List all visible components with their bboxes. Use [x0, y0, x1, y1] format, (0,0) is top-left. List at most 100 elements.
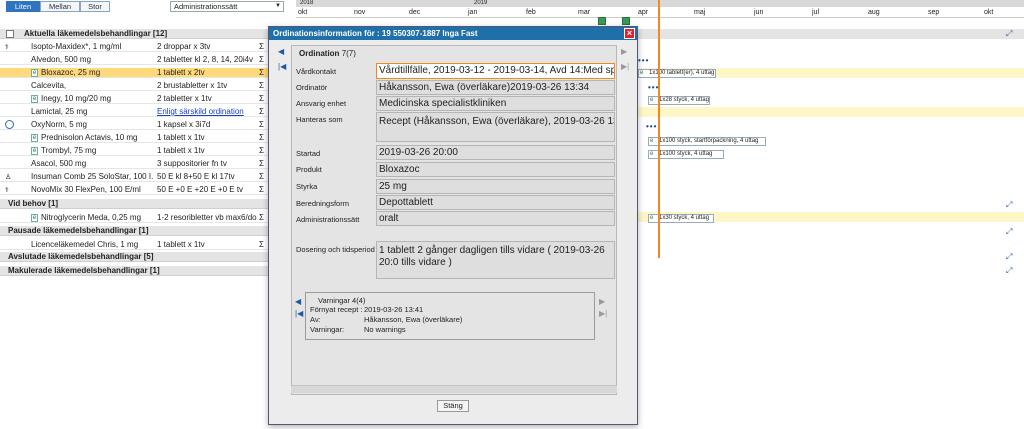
more-icon[interactable]: •••	[638, 56, 649, 65]
section-header-as-needed[interactable]: Vid behov [1]	[0, 199, 286, 210]
table-row-selected[interactable]: e Bloxazoc, 25 mg 1 tablett x 2tv Σ ◀	[0, 68, 286, 79]
circle-status-icon	[5, 120, 14, 129]
sigma-icon[interactable]: Σ	[259, 185, 267, 194]
month-label: jun	[754, 9, 764, 16]
more-icon[interactable]: •••	[646, 122, 657, 131]
section-header-current[interactable]: Aktuella läkemedelsbehandlingar [12]	[0, 29, 286, 40]
special-ordination-link[interactable]: Enligt särskild ordination	[157, 107, 257, 116]
syringe-icon: ⚕	[5, 187, 9, 194]
expand-icon[interactable]: ⤢	[1006, 201, 1014, 209]
med-name: Inegy, 10 mg/20 mg	[41, 94, 112, 103]
table-row[interactable]: Asacol, 500 mg 3 suppositorier fn tv Σ ◀	[0, 159, 286, 170]
section-title: Avslutade läkemedelsbehandlingar [5]	[8, 252, 154, 261]
expand-icon[interactable]: ⤢	[1006, 228, 1014, 236]
med-dose: 50 E +0 E +20 E +0 E tv	[157, 185, 244, 194]
previous-icon[interactable]: ◀	[278, 47, 284, 56]
sigma-icon[interactable]: Σ	[259, 55, 267, 64]
sort-select-value: Administrationssätt	[174, 2, 238, 11]
sigma-icon[interactable]: Σ	[259, 133, 267, 142]
tab-mellan[interactable]: Mellan	[40, 1, 80, 12]
tab-stor[interactable]: Stor	[80, 1, 110, 12]
sigma-icon[interactable]: Σ	[259, 107, 267, 116]
sigma-icon[interactable]: Σ	[259, 81, 267, 90]
month-label: okt	[984, 9, 994, 16]
close-button[interactable]: Stäng	[437, 400, 469, 412]
tab-liten[interactable]: Liten	[6, 1, 40, 12]
med-name: Alvedon, 500 mg	[31, 55, 92, 64]
sigma-icon[interactable]: Σ	[259, 68, 267, 77]
med-dose: 1 tablett x 2tv	[157, 68, 205, 77]
event-marker-icon[interactable]	[622, 17, 630, 25]
field-label: Startad	[296, 149, 321, 158]
close-icon[interactable]: ×	[624, 28, 635, 39]
month-label: feb	[526, 9, 536, 16]
sigma-icon[interactable]: Σ	[259, 159, 267, 168]
table-row[interactable]: e Prednisolon Actavis, 10 mg 1 tablett x…	[0, 133, 286, 144]
table-row[interactable]: ⚕ Isopto-Maxidex*, 1 mg/ml 2 droppar x 3…	[0, 42, 286, 53]
next-warning-icon[interactable]: ▶	[599, 297, 605, 306]
table-row[interactable]: Lamictal, 25 mg Enligt särskild ordinati…	[0, 107, 286, 118]
warning-label: Varningar:	[310, 325, 345, 334]
field-label: Ordinatör	[296, 83, 328, 92]
sigma-icon[interactable]: Σ	[259, 172, 267, 181]
med-name: Trombyl, 75 mg	[41, 146, 97, 155]
med-dose: 2 tabletter x 1tv	[157, 94, 212, 103]
erecept-icon: e	[640, 70, 644, 76]
med-dose: 2 droppar x 3tv	[157, 42, 211, 51]
med-dose: 1 tablett x 1tv	[157, 133, 205, 142]
sigma-icon[interactable]: Σ	[259, 213, 267, 222]
sigma-icon[interactable]: Σ	[259, 94, 267, 103]
timeline-row-highlight	[638, 107, 1024, 117]
table-row[interactable]: ♙ Insuman Comb 25 SoloStar, 100 I... 50 …	[0, 172, 286, 183]
horizontal-scrollbar[interactable]	[291, 385, 617, 393]
first-warning-icon[interactable]: |◀	[295, 309, 303, 318]
section-header-finished[interactable]: Avslutade läkemedelsbehandlingar [5]	[0, 252, 286, 263]
last-icon[interactable]: ▶|	[621, 62, 629, 71]
produkt-field: Bloxazoc	[376, 162, 615, 177]
table-row[interactable]: Licenceläkemedel Chris, 1 mg 1 tablett x…	[0, 240, 286, 251]
table-row[interactable]: e Trombyl, 75 mg 1 tablett x 1tv Σ ◀	[0, 146, 286, 157]
field-label: Styrka	[296, 182, 318, 191]
vardkontakt-field[interactable]: Vårdtillfälle, 2019-03-12 - 2019-03-14, …	[376, 63, 615, 79]
month-label: jan	[468, 9, 478, 16]
table-row[interactable]: Calcevita, 2 brustabletter x 1tv Σ ◀	[0, 81, 286, 92]
section-title: Makulerade läkemedelsbehandlingar [1]	[8, 266, 160, 275]
sigma-icon[interactable]: Σ	[259, 146, 267, 155]
beredning-field: Depottablett	[376, 195, 615, 210]
section-header-paused[interactable]: Pausade läkemedelsbehandlingar [1]	[0, 226, 286, 237]
timeline-section-band	[638, 29, 1024, 39]
next-icon[interactable]: ▶	[621, 47, 627, 56]
sigma-icon[interactable]: Σ	[259, 240, 267, 249]
sigma-icon[interactable]: Σ	[259, 120, 267, 129]
table-row[interactable]: Alvedon, 500 mg 2 tabletter kl 2, 8, 14,…	[0, 55, 286, 66]
expand-icon[interactable]: ⤢	[1006, 30, 1014, 38]
event-marker-icon[interactable]	[598, 17, 606, 25]
bar-label: 1x30 styck, 4 uttag	[659, 215, 710, 221]
select-all-checkbox[interactable]	[6, 30, 14, 38]
previous-warning-icon[interactable]: ◀	[295, 297, 301, 306]
erecept-icon: e	[31, 214, 38, 222]
med-dose: 2 brustabletter x 1tv	[157, 81, 228, 90]
warning-label: Förnyat recept :	[310, 305, 363, 314]
sigma-icon[interactable]: Σ	[259, 42, 267, 51]
month-label: nov	[354, 9, 366, 16]
erecept-icon: e	[650, 215, 654, 221]
field-label: Beredningsform	[296, 199, 349, 208]
first-icon[interactable]: |◀	[278, 62, 286, 71]
med-dose: 3 suppositorier fn tv	[157, 159, 227, 168]
month-label: apr	[638, 9, 649, 16]
prescription-bar[interactable]: e 1x100 styck, startförpackning, 4 uttag	[648, 137, 766, 146]
expand-icon[interactable]: ⤢	[1006, 267, 1014, 275]
last-warning-icon[interactable]: ▶|	[599, 309, 607, 318]
table-row[interactable]: e Inegy, 10 mg/20 mg 2 tabletter x 1tv Σ…	[0, 94, 286, 105]
prescription-bar[interactable]: e 1x100 tablett(er), 4 uttag	[638, 69, 716, 78]
sort-select[interactable]: Administrationssätt ▼	[170, 1, 284, 12]
med-dose: 1 tablett x 1tv	[157, 146, 205, 155]
dialog-title-bar[interactable]: Ordinationsinformation för : 19 550307-1…	[269, 27, 637, 40]
expand-icon[interactable]: ⤢	[1006, 253, 1014, 261]
table-row[interactable]: e Nitroglycerin Meda, 0,25 mg 1-2 resori…	[0, 213, 286, 224]
styrka-field: 25 mg	[376, 179, 615, 194]
table-row[interactable]: OxyNorm, 5 mg 1 kapsel x 3i7d Σ ◀	[0, 120, 286, 131]
section-header-cancelled[interactable]: Makulerade läkemedelsbehandlingar [1]	[0, 266, 286, 277]
table-row[interactable]: ⚕ NovoMix 30 FlexPen, 100 E/ml 50 E +0 E…	[0, 185, 286, 196]
